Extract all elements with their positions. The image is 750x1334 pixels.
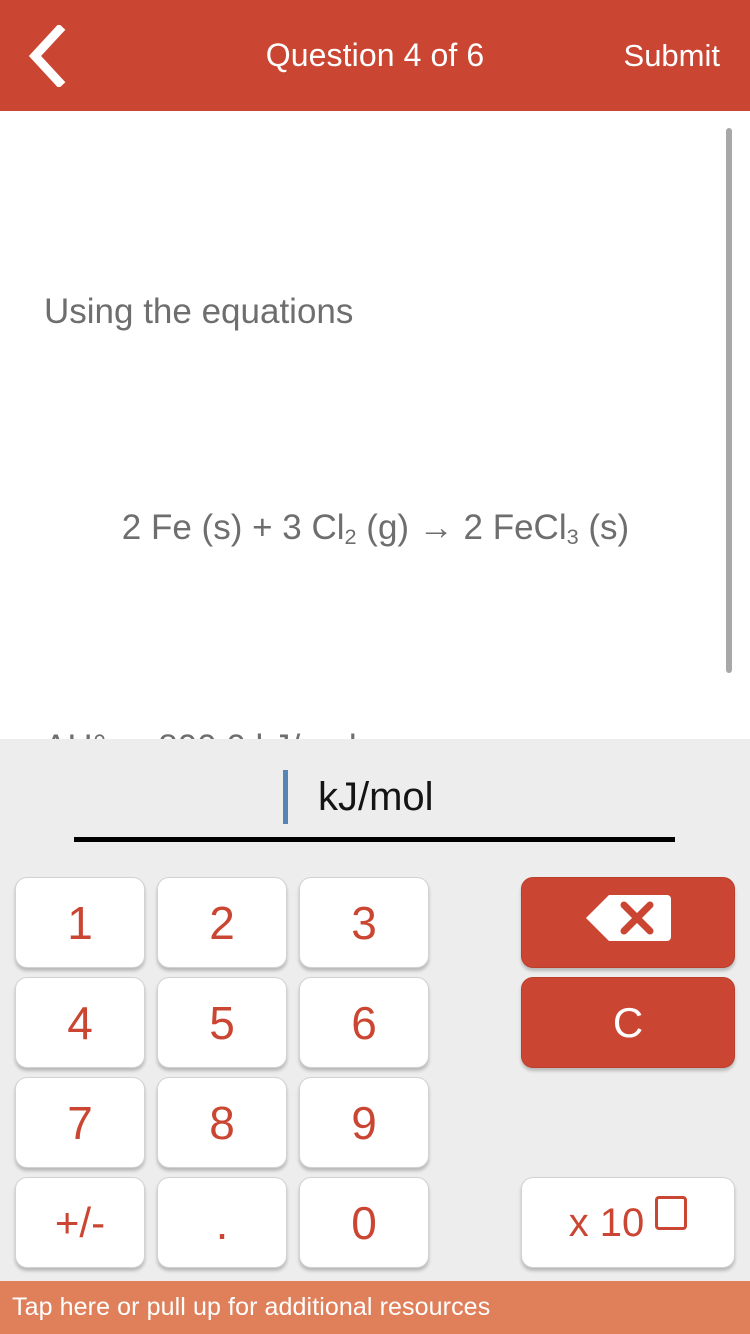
scrollbar-track[interactable] <box>726 111 741 739</box>
back-button[interactable] <box>0 0 96 111</box>
key-7[interactable]: 7 <box>15 1077 145 1168</box>
key-plus-minus[interactable]: +/- <box>15 1177 145 1268</box>
exponent-button[interactable]: x 10 <box>521 1177 735 1268</box>
text-caret <box>283 770 288 824</box>
key-2[interactable]: 2 <box>157 877 287 968</box>
key-8[interactable]: 8 <box>157 1077 287 1168</box>
question-enthalpy-1: ΔH° = -800.0 kJ/mol <box>44 721 710 739</box>
backspace-icon <box>585 893 671 953</box>
key-6[interactable]: 6 <box>299 977 429 1068</box>
clear-button[interactable]: C <box>521 977 735 1068</box>
answer-underline <box>74 837 675 842</box>
submit-button[interactable]: Submit <box>616 0 728 111</box>
question-scroll-area[interactable]: Using the equations 2 Fe (s) + 3 Cl2 (g)… <box>0 111 750 739</box>
key-9[interactable]: 9 <box>299 1077 429 1168</box>
exponent-label-wrap: x 10 <box>568 1195 688 1245</box>
scrollbar-thumb[interactable] <box>726 128 732 673</box>
answer-keypad-panel: kJ/mol 1 2 3 4 5 6 7 8 9 +/- . 0 C x 10 … <box>0 739 750 1334</box>
question-text: Using the equations 2 Fe (s) + 3 Cl2 (g)… <box>44 177 710 739</box>
app-header: Question 4 of 6 Submit <box>0 0 750 111</box>
exponent-label: x 10 <box>568 1200 645 1245</box>
key-3[interactable]: 3 <box>299 877 429 968</box>
key-0[interactable]: 0 <box>299 1177 429 1268</box>
question-equation-1: 2 Fe (s) + 3 Cl2 (g) → 2 FeCl3 (s) <box>121 508 630 549</box>
key-4[interactable]: 4 <box>15 977 145 1068</box>
resources-bar-label: Tap here or pull up for additional resou… <box>12 1293 491 1321</box>
resources-bar[interactable]: Tap here or pull up for additional resou… <box>0 1281 750 1334</box>
answer-input-row[interactable]: kJ/mol <box>0 739 750 847</box>
question-line-intro: Using the equations <box>44 292 354 331</box>
empty-square-icon <box>655 1195 688 1230</box>
answer-input[interactable] <box>74 770 279 826</box>
key-1[interactable]: 1 <box>15 877 145 968</box>
key-decimal[interactable]: . <box>157 1177 287 1268</box>
backspace-button[interactable] <box>521 877 735 968</box>
key-5[interactable]: 5 <box>157 977 287 1068</box>
question-screen: Question 4 of 6 Submit Using the equatio… <box>0 0 750 1334</box>
answer-unit-label: kJ/mol <box>318 775 434 819</box>
chevron-left-icon <box>26 24 70 87</box>
